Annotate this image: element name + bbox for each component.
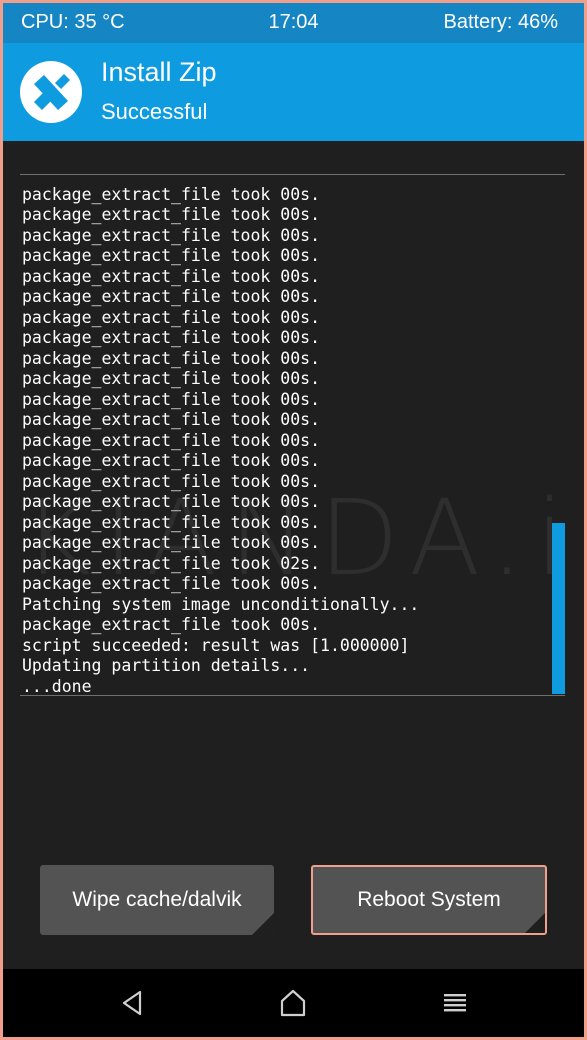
status-bar: CPU: 35 °C 17:04 Battery: 46% (3, 3, 584, 43)
log-line: script succeeded: result was [1.000000] (22, 635, 410, 655)
log-line: package_extract_file took 00s. (22, 389, 321, 409)
recovery-screen: CPU: 35 °C 17:04 Battery: 46% Install Zi… (3, 3, 584, 1037)
log-line: package_extract_file took 00s. (22, 287, 321, 306)
log-line: ...done (22, 676, 92, 696)
log-line: package_extract_file took 00s. (22, 184, 321, 204)
log-line: package_extract_file took 00s. (22, 369, 321, 388)
button-corner-notch (252, 913, 274, 935)
log-line: package_extract_file took 00s. (22, 246, 321, 265)
log-line: package_extract_file took 00s. (22, 307, 321, 327)
button-corner-notch (525, 913, 545, 933)
console-output[interactable]: package_extract_file took 00s. package_ex… (20, 174, 565, 696)
header: Install Zip Successful (3, 43, 584, 141)
reboot-system-label: Reboot System (357, 888, 501, 911)
log-line: package_extract_file took 00s. (22, 410, 321, 429)
log-line: package_extract_file took 00s. (22, 615, 321, 634)
reboot-system-button[interactable]: Reboot System (311, 865, 547, 935)
navigation-bar (3, 969, 584, 1037)
log-line: package_extract_file took 00s. (22, 430, 321, 450)
wipe-cache-dalvik-label: Wipe cache/dalvik (72, 888, 242, 911)
back-icon[interactable] (115, 988, 149, 1018)
page-subtitle: Successful (101, 99, 208, 124)
watermark: KIANDA.iD (23, 477, 584, 599)
log-lines: package_extract_file took 00s. package_ex… (22, 184, 419, 696)
menu-icon[interactable] (438, 988, 472, 1018)
page-title: Install Zip (101, 57, 217, 87)
log-line: package_extract_file took 00s. (22, 266, 321, 286)
home-icon[interactable] (276, 988, 310, 1018)
log-line: Updating partition details... (22, 656, 311, 675)
wipe-cache-dalvik-button[interactable]: Wipe cache/dalvik (40, 865, 274, 935)
log-line: package_extract_file took 00s. (22, 328, 321, 347)
log-line: package_extract_file took 00s. (22, 205, 321, 224)
log-line: package_extract_file took 00s. (22, 451, 321, 470)
battery-level: Battery: 46% (443, 11, 558, 33)
console-scrollbar[interactable] (552, 523, 565, 694)
twrp-logo-icon (20, 61, 82, 123)
log-line: package_extract_file took 00s. (22, 225, 321, 245)
log-line: package_extract_file took 00s. (22, 348, 321, 368)
